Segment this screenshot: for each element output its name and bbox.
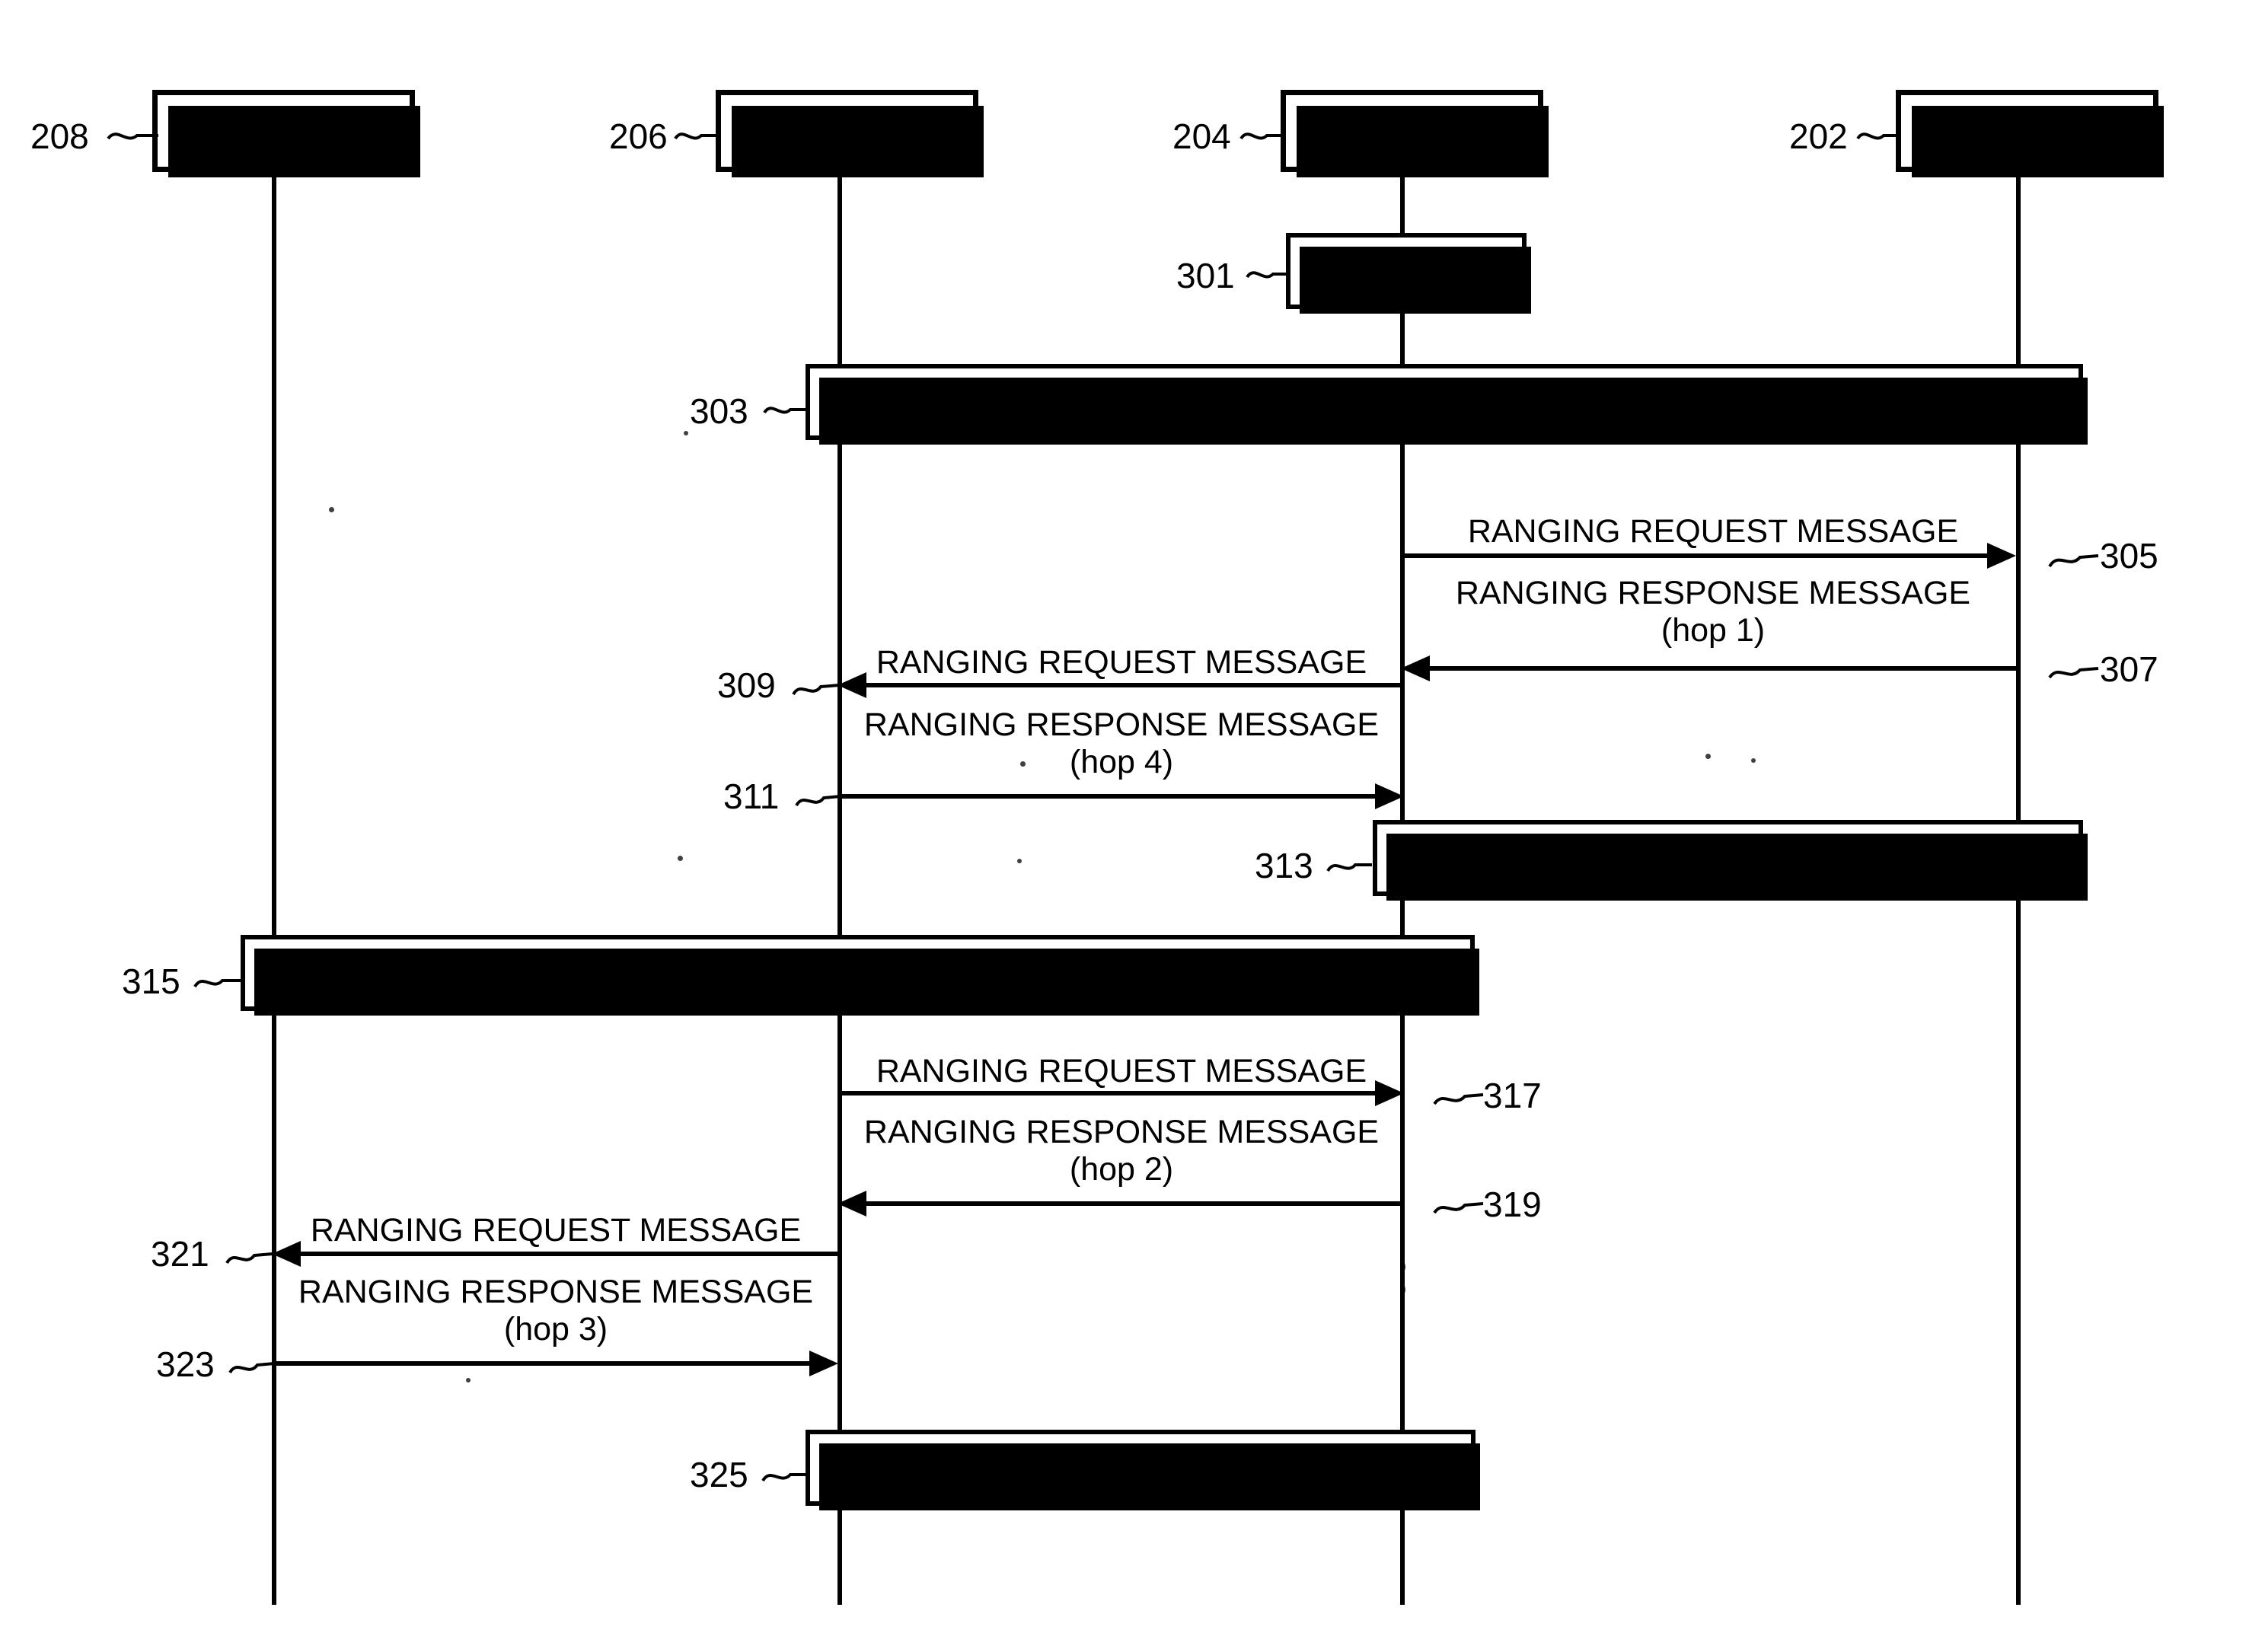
ref-numeral-307: 307 bbox=[2100, 649, 2158, 689]
arrow-head-317 bbox=[1375, 1080, 1404, 1106]
ref-numeral-313: 313 bbox=[1255, 846, 1313, 885]
ref-lead-315 bbox=[193, 979, 241, 988]
ref-numeral-325: 325 bbox=[690, 1455, 748, 1494]
arrow-line-319 bbox=[864, 1201, 1402, 1206]
ref-numeral-311: 311 bbox=[723, 777, 780, 816]
ref-numeral-206: 206 bbox=[609, 116, 668, 156]
scan-speck bbox=[684, 431, 688, 435]
scan-speck bbox=[466, 1378, 471, 1383]
ref-numeral-305: 305 bbox=[2100, 536, 2158, 576]
process-box-time-synchronization-2[interactable]: TIME SYNCHRONIZATION bbox=[806, 1430, 1480, 1510]
scan-speck bbox=[1017, 859, 1022, 863]
arrow-head-319 bbox=[837, 1191, 866, 1217]
arrow-head-311 bbox=[1375, 783, 1404, 809]
lifeline-bs4 bbox=[272, 174, 276, 1605]
process-label-scan-neighbor-bss-1: SCAN NEIGHBOR BSs bbox=[1268, 383, 1621, 420]
message-sublabel-307: (hop 1) bbox=[1661, 612, 1766, 649]
ref-lead-208 bbox=[107, 132, 158, 140]
message-label-317: RANGING REQUEST MESSAGE bbox=[876, 1053, 1367, 1089]
ref-lead-323 bbox=[228, 1362, 275, 1374]
ref-numeral-309: 309 bbox=[717, 665, 776, 705]
arrow-head-305 bbox=[1987, 543, 2016, 569]
arrow-line-305 bbox=[1402, 553, 1989, 558]
arrow-head-307 bbox=[1401, 655, 1430, 681]
message-label-311: RANGING RESPONSE MESSAGE (hop 4) bbox=[844, 706, 1399, 781]
process-box-scan-neighbor-bss-2[interactable]: SCAN NEIGHBOR BSs bbox=[241, 935, 1479, 1016]
scan-speck bbox=[678, 856, 683, 861]
scan-speck bbox=[1401, 1285, 1405, 1294]
scan-speck bbox=[1705, 754, 1711, 759]
ref-lead-319 bbox=[1433, 1202, 1484, 1214]
scan-speck bbox=[1401, 1262, 1405, 1271]
process-box-initialize[interactable]: INITIALIZE bbox=[1286, 233, 1531, 314]
ref-lead-305 bbox=[2048, 554, 2099, 568]
message-label-319: RANGING RESPONSE MESSAGE (hop 2) bbox=[844, 1114, 1399, 1188]
figure-canvas: BS 4 BS 3 BS 2 BS 1 208 206 204 202 INIT… bbox=[0, 0, 2246, 1652]
process-box-scan-neighbor-bss-1[interactable]: SCAN NEIGHBOR BSs bbox=[806, 364, 2088, 445]
message-label-309: RANGING REQUEST MESSAGE bbox=[876, 644, 1367, 681]
actor-box-bs1[interactable]: BS 1 bbox=[1896, 90, 2164, 177]
ref-numeral-204: 204 bbox=[1172, 116, 1231, 156]
process-label-initialize: INITIALIZE bbox=[1323, 252, 1489, 289]
arrow-head-309 bbox=[837, 672, 866, 698]
actor-label-bs3: BS 3 bbox=[807, 111, 887, 151]
actor-label-bs2: BS 2 bbox=[1372, 111, 1452, 151]
ref-lead-317 bbox=[1433, 1093, 1484, 1105]
ref-numeral-202: 202 bbox=[1789, 116, 1848, 156]
process-label-time-synchronization-1: TIME SYNCHRONIZATION bbox=[1522, 839, 1934, 876]
ref-lead-307 bbox=[2048, 667, 2099, 679]
ref-numeral-323: 323 bbox=[156, 1344, 215, 1384]
message-label-307: RANGING RESPONSE MESSAGE (hop 1) bbox=[1409, 575, 2018, 649]
ref-lead-309 bbox=[792, 684, 840, 696]
ref-numeral-208: 208 bbox=[30, 116, 89, 156]
arrow-line-323 bbox=[274, 1361, 812, 1366]
ref-numeral-321: 321 bbox=[151, 1234, 209, 1274]
arrow-line-317 bbox=[840, 1091, 1377, 1095]
ref-lead-206 bbox=[674, 132, 719, 140]
ref-lead-321 bbox=[225, 1252, 273, 1265]
ref-lead-325 bbox=[761, 1473, 807, 1482]
arrow-head-323 bbox=[809, 1351, 838, 1376]
arrow-line-311 bbox=[840, 794, 1377, 799]
message-sublabel-323: (hop 3) bbox=[503, 1311, 608, 1348]
ref-lead-301 bbox=[1246, 271, 1288, 279]
actor-box-bs3[interactable]: BS 3 bbox=[716, 90, 984, 177]
message-label-321: RANGING REQUEST MESSAGE bbox=[310, 1212, 802, 1249]
arrow-line-309 bbox=[864, 683, 1402, 687]
message-sublabel-311: (hop 4) bbox=[1069, 744, 1174, 781]
ref-lead-204 bbox=[1239, 132, 1285, 140]
ref-numeral-301: 301 bbox=[1176, 256, 1235, 295]
ref-lead-202 bbox=[1856, 132, 1900, 140]
ref-lead-311 bbox=[795, 795, 841, 807]
message-label-305: RANGING REQUEST MESSAGE bbox=[1467, 513, 1959, 550]
process-label-time-synchronization-2: TIME SYNCHRONIZATION bbox=[935, 1449, 1346, 1486]
actor-box-bs2[interactable]: BS 2 bbox=[1281, 90, 1549, 177]
actor-label-bs1: BS 1 bbox=[1987, 111, 2067, 151]
process-box-time-synchronization-1[interactable]: TIME SYNCHRONIZATION bbox=[1373, 820, 2088, 901]
actor-box-bs4[interactable]: BS 4 bbox=[152, 90, 420, 177]
scan-speck bbox=[329, 507, 334, 512]
actor-label-bs4: BS 4 bbox=[244, 111, 324, 151]
ref-numeral-317: 317 bbox=[1483, 1076, 1542, 1115]
message-label-323: RANGING RESPONSE MESSAGE (hop 3) bbox=[278, 1274, 834, 1348]
ref-lead-303 bbox=[763, 407, 807, 414]
scan-speck bbox=[1751, 758, 1756, 763]
message-sublabel-319: (hop 2) bbox=[1069, 1151, 1174, 1188]
ref-numeral-319: 319 bbox=[1483, 1185, 1542, 1224]
arrow-head-321 bbox=[272, 1241, 301, 1267]
ref-lead-313 bbox=[1326, 863, 1372, 872]
arrow-line-321 bbox=[298, 1252, 840, 1256]
process-label-scan-neighbor-bss-2: SCAN NEIGHBOR BSs bbox=[681, 954, 1034, 991]
ref-numeral-303: 303 bbox=[690, 391, 748, 431]
ref-numeral-315: 315 bbox=[122, 962, 180, 1001]
arrow-line-307 bbox=[1428, 666, 2019, 671]
